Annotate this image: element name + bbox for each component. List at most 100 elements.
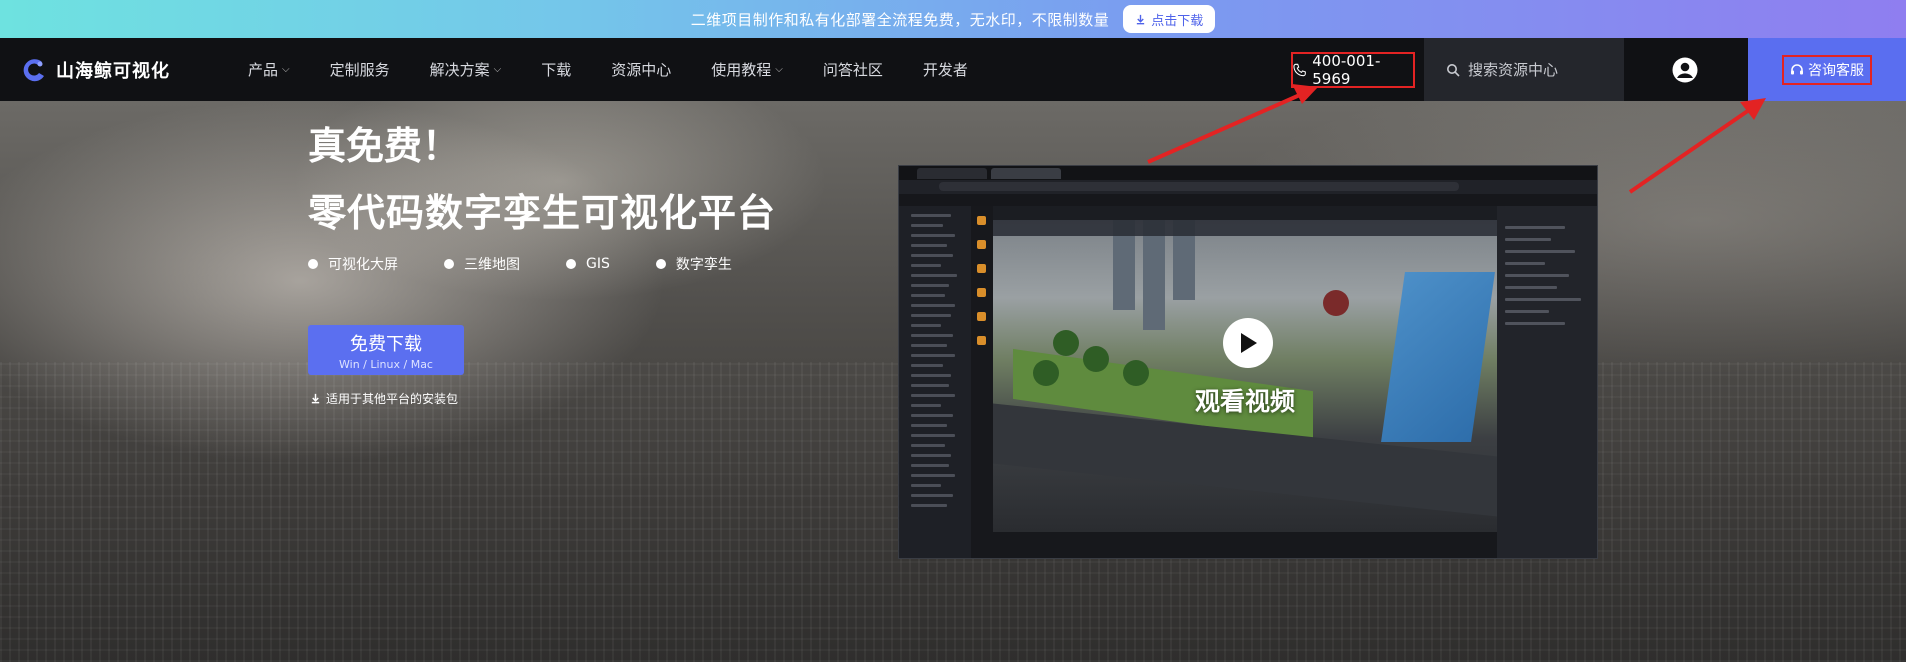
other-platforms-link[interactable]: 适用于其他平台的安装包 xyxy=(310,390,458,407)
feature-label: 数字孪生 xyxy=(675,257,732,273)
tree-row xyxy=(911,504,947,507)
tree-row xyxy=(911,234,955,237)
tree-row xyxy=(911,344,947,347)
property-row xyxy=(1505,310,1549,313)
phone-icon xyxy=(1293,63,1306,77)
nav-label: 定制服务 xyxy=(329,61,390,79)
consult-label: 咨询客服 xyxy=(1808,62,1864,79)
feature-label: 三维地图 xyxy=(464,257,520,273)
hero-tagline: 真免费！ xyxy=(308,124,461,168)
nav-label: 资源中心 xyxy=(611,61,672,79)
tree-row xyxy=(911,254,953,257)
promo-text: 二维项目制作和私有化部署全流程免费，无水印，不限制数量 xyxy=(690,10,1110,29)
tree-row xyxy=(911,294,945,297)
search-input[interactable]: 搜索资源中心 xyxy=(1424,38,1624,101)
nav-item-resources[interactable]: 资源中心 xyxy=(611,38,671,101)
preview-side-strip xyxy=(971,206,993,558)
nav-item-product[interactable]: 产品 ⌵ xyxy=(248,38,290,101)
tree-row xyxy=(911,354,955,357)
consult-highlight: 咨询客服 xyxy=(1782,54,1872,85)
free-download-button[interactable]: 免费下载 Win / Linux / Mac xyxy=(308,325,464,375)
nav-label: 下载 xyxy=(541,61,572,79)
logo[interactable]: 山海鲸可视化 xyxy=(22,57,222,83)
preview-3d-scene xyxy=(993,220,1497,532)
scene-tree xyxy=(1033,360,1059,386)
scene-tree xyxy=(1323,290,1349,316)
preview-timeline xyxy=(993,532,1497,558)
nav-label: 开发者 xyxy=(922,61,968,79)
nav-label: 解决方案 xyxy=(429,61,490,79)
nav-item-solutions[interactable]: 解决方案 ⌵ xyxy=(430,38,502,101)
tree-row xyxy=(911,424,947,427)
scene-pool xyxy=(1381,272,1495,442)
scene-building xyxy=(1143,220,1165,330)
preview-scene-toolbar xyxy=(993,220,1497,236)
tree-row xyxy=(911,484,941,487)
hero-title: 零代码数字孪生可视化平台 xyxy=(308,191,777,235)
tree-row xyxy=(911,474,955,477)
download-icon xyxy=(311,393,320,404)
promo-download-button[interactable]: 点击下载 xyxy=(1123,5,1216,33)
scene-tree xyxy=(1083,346,1109,372)
tree-row xyxy=(911,224,943,227)
tree-row xyxy=(911,284,949,287)
tree-row xyxy=(911,454,951,457)
tree-row xyxy=(911,464,949,467)
chevron-down-icon: ⌵ xyxy=(282,64,290,75)
tree-row xyxy=(911,364,943,367)
preview-address-bar xyxy=(899,180,1597,194)
download-platforms: Win / Linux / Mac xyxy=(339,357,433,371)
bullet-icon xyxy=(444,259,454,269)
preview-titlebar xyxy=(899,166,1597,180)
nav-item-tutorials[interactable]: 使用教程 ⌵ xyxy=(711,38,783,101)
tree-row xyxy=(911,334,953,337)
layer-icon xyxy=(977,288,986,297)
nav-label: 产品 xyxy=(248,61,279,79)
watch-video-label[interactable]: 观看视频 xyxy=(1195,382,1295,418)
layer-icon xyxy=(977,264,986,273)
scene-tree xyxy=(1053,330,1079,356)
search-placeholder: 搜索资源中心 xyxy=(1468,61,1559,79)
layer-icon xyxy=(977,240,986,249)
promo-banner: 二维项目制作和私有化部署全流程免费，无水印，不限制数量 点击下载 xyxy=(0,0,1906,38)
layer-icon xyxy=(977,312,986,321)
consult-service-button[interactable]: 咨询客服 xyxy=(1748,38,1906,101)
other-platforms-label: 适用于其他平台的安装包 xyxy=(326,392,459,406)
top-nav: 山海鲸可视化 产品 ⌵ 定制服务 解决方案 ⌵ 下载 资源中心 使用教程 ⌵ 问… xyxy=(0,38,1906,101)
feature-item: 数字孪生 xyxy=(655,254,732,274)
play-button[interactable] xyxy=(1223,318,1273,368)
tree-row xyxy=(911,404,941,407)
tree-row xyxy=(911,394,955,397)
layer-icon xyxy=(977,336,986,345)
preview-toolbar xyxy=(899,194,1597,206)
tree-row xyxy=(911,244,947,247)
property-row xyxy=(1505,238,1551,241)
nav-item-community[interactable]: 问答社区 xyxy=(823,38,883,101)
nav-item-download[interactable]: 下载 xyxy=(541,38,571,101)
nav-item-custom-service[interactable]: 定制服务 xyxy=(330,38,390,101)
property-row xyxy=(1505,274,1569,277)
feature-item: 三维地图 xyxy=(444,254,520,274)
nav-label: 使用教程 xyxy=(711,61,772,79)
layer-icon xyxy=(977,216,986,225)
tree-row xyxy=(911,314,951,317)
bullet-icon xyxy=(308,259,318,269)
feature-label: 可视化大屏 xyxy=(328,257,398,273)
user-avatar-icon[interactable] xyxy=(1672,57,1698,83)
whale-logo-icon xyxy=(23,58,44,81)
phone-number[interactable]: 400-001-5969 xyxy=(1291,52,1415,88)
phone-text: 400-001-5969 xyxy=(1312,52,1381,88)
nav-item-developers[interactable]: 开发者 xyxy=(923,38,968,101)
search-icon xyxy=(1447,63,1460,77)
property-row xyxy=(1505,286,1557,289)
nav-label: 问答社区 xyxy=(822,61,883,79)
tree-row xyxy=(911,374,951,377)
tree-row xyxy=(911,384,949,387)
property-row xyxy=(1505,226,1565,229)
chevron-down-icon: ⌵ xyxy=(493,64,502,75)
tree-row xyxy=(911,214,951,217)
preview-property-panel xyxy=(1497,206,1597,558)
feature-label: GIS xyxy=(586,256,610,272)
tree-row xyxy=(911,444,945,447)
property-row xyxy=(1505,298,1581,301)
